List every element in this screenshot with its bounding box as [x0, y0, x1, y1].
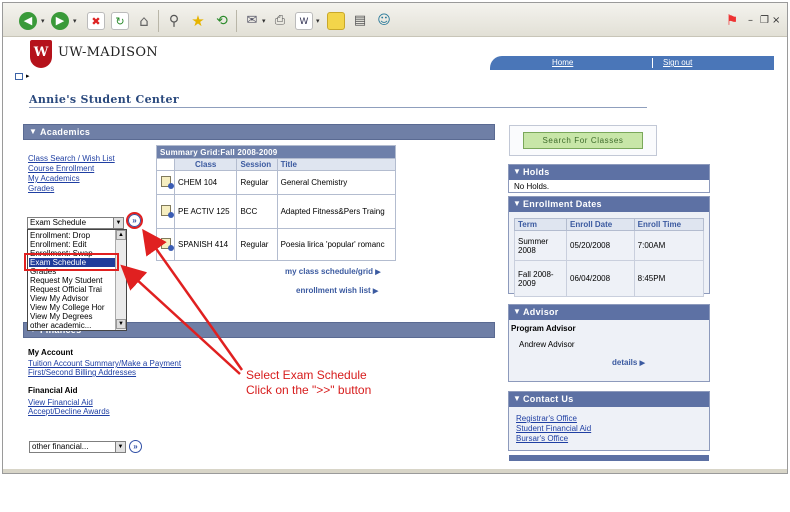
instruction-callout: Select Exam Schedule Click on the ">>" b…: [246, 368, 371, 398]
callout-line-1: Select Exam Schedule: [246, 368, 367, 382]
callout-line-2: Click on the ">>" button: [246, 383, 372, 397]
annotation-arrows: [120, 228, 244, 375]
